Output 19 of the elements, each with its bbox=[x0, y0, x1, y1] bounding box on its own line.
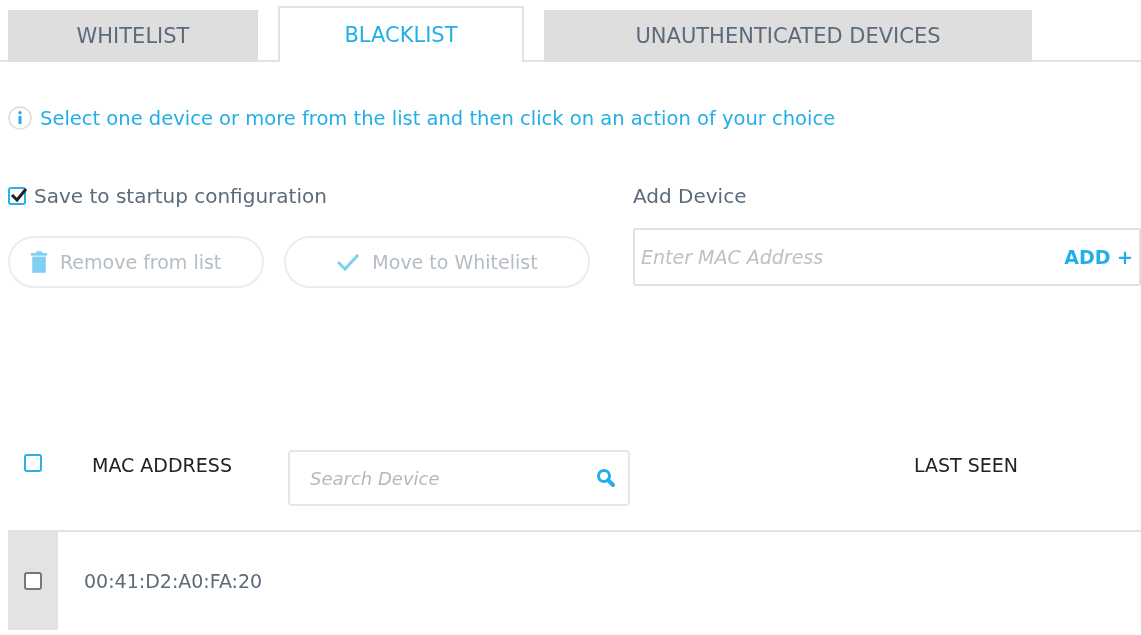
trash-icon bbox=[30, 251, 48, 273]
checkmark-icon bbox=[336, 252, 361, 272]
checkbox[interactable] bbox=[24, 454, 42, 472]
column-header: LAST SEEN bbox=[914, 454, 1018, 476]
column-header: MAC ADDRESS bbox=[91, 454, 233, 476]
mac-address: 00:41:D2:A0:FA:20 bbox=[83, 570, 263, 592]
checkbox[interactable] bbox=[24, 572, 42, 590]
search-icon bbox=[596, 468, 616, 488]
checkbox-label: Save to startup configuration bbox=[34, 184, 327, 208]
mac-address-field[interactable]: Enter MAC Address ADD + bbox=[633, 228, 1141, 286]
tab[interactable]: UNAUTHENTICATED DEVICES bbox=[544, 10, 1032, 62]
checkbox[interactable] bbox=[8, 187, 26, 205]
search-field[interactable]: Search Device bbox=[288, 450, 630, 506]
tab[interactable]: BLACKLIST bbox=[278, 6, 524, 62]
field-label: Add Device bbox=[633, 184, 747, 208]
info-icon bbox=[8, 106, 32, 130]
info-text: Select one device or more from the list and then click on an action of your choice bbox=[40, 106, 836, 130]
add-button[interactable]: ADD + bbox=[1060, 231, 1133, 283]
tab[interactable]: WHITELIST bbox=[8, 10, 258, 62]
